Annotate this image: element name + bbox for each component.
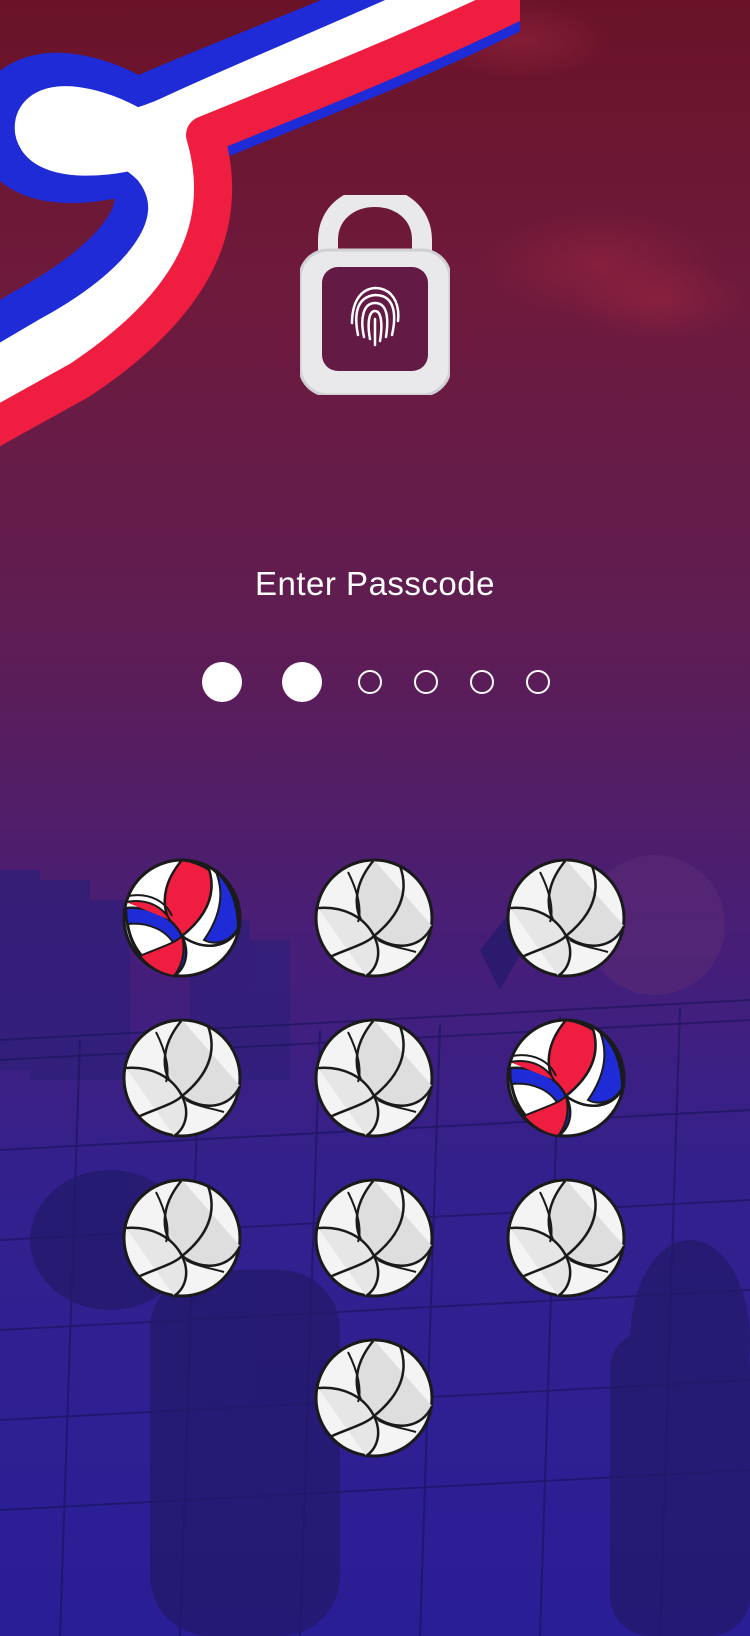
- key-6[interactable]: [504, 1016, 628, 1140]
- unlocked-padlock-fingerprint-icon: [300, 195, 450, 395]
- key-0[interactable]: [312, 1336, 436, 1460]
- key-2[interactable]: [312, 856, 436, 980]
- volleyball-flag-icon: [504, 1016, 628, 1140]
- key-8[interactable]: [312, 1176, 436, 1300]
- key-4[interactable]: [120, 1016, 244, 1140]
- passcode-dot-empty: [414, 670, 438, 694]
- key-7[interactable]: [120, 1176, 244, 1300]
- volleyball-icon: [312, 856, 436, 980]
- passcode-dot-empty: [358, 670, 382, 694]
- passcode-dot-empty: [470, 670, 494, 694]
- volleyball-icon: [312, 1016, 436, 1140]
- passcode-dot-filled: [282, 662, 322, 702]
- passcode-dot-filled: [202, 662, 242, 702]
- volleyball-icon: [120, 1016, 244, 1140]
- key-3[interactable]: [504, 856, 628, 980]
- passcode-indicator: [0, 660, 750, 704]
- volleyball-icon: [312, 1176, 436, 1300]
- volleyball-icon: [312, 1336, 436, 1460]
- key-5[interactable]: [312, 1016, 436, 1140]
- passcode-dot-empty: [526, 670, 550, 694]
- key-1[interactable]: [120, 856, 244, 980]
- page-title: Enter Passcode: [255, 565, 495, 602]
- volleyball-flag-icon: [120, 856, 244, 980]
- volleyball-icon: [504, 1176, 628, 1300]
- volleyball-icon: [504, 856, 628, 980]
- key-9[interactable]: [504, 1176, 628, 1300]
- volleyball-icon: [120, 1176, 244, 1300]
